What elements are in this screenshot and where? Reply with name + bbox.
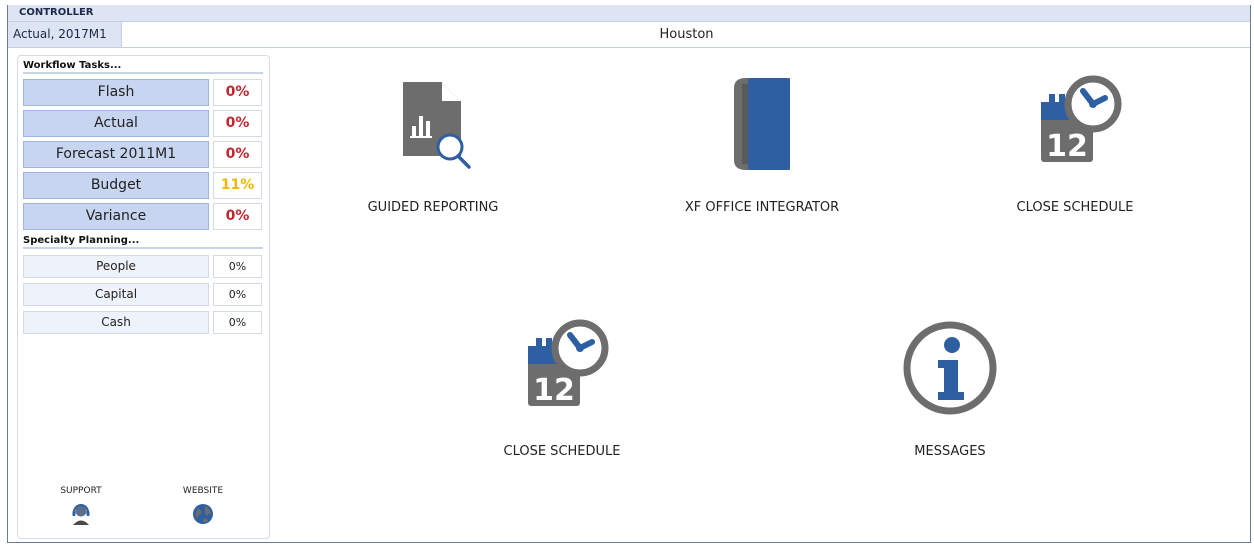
- messages-tile[interactable]: MESSAGES: [840, 318, 1060, 459]
- workflow-task-row[interactable]: Variance 0%: [23, 203, 262, 230]
- specialty-task-row[interactable]: Cash 0%: [23, 311, 262, 334]
- workflow-task-row[interactable]: Flash 0%: [23, 79, 262, 106]
- specialty-task-button[interactable]: Cash: [23, 311, 209, 334]
- website-label: WEBSITE: [182, 486, 224, 496]
- specialty-task-button[interactable]: People: [23, 255, 209, 278]
- specialty-task-percent: 0%: [213, 283, 262, 306]
- workflow-task-percent: 0%: [213, 203, 262, 230]
- info-icon: [903, 321, 997, 415]
- workflow-task-percent: 0%: [213, 141, 262, 168]
- tile-label: CLOSE SCHEDULE: [1016, 200, 1134, 215]
- specialty-task-row[interactable]: Capital 0%: [23, 283, 262, 306]
- support-label: SUPPORT: [60, 486, 102, 496]
- sidebar-panel: Workflow Tasks... Flash 0% Actual 0% For…: [17, 55, 270, 539]
- workflow-task-percent: 11%: [213, 172, 262, 199]
- workflow-task-row[interactable]: Forecast 2011M1 0%: [23, 141, 262, 168]
- workflow-task-percent: 0%: [213, 110, 262, 137]
- workflow-task-row[interactable]: Actual 0%: [23, 110, 262, 137]
- tile-label: GUIDED REPORTING: [367, 200, 499, 215]
- tile-label: CLOSE SCHEDULE: [503, 444, 621, 459]
- workflow-task-button[interactable]: Actual: [23, 110, 209, 137]
- book-icon: [734, 78, 790, 170]
- svg-text:12: 12: [533, 373, 575, 408]
- calendar-clock-icon: 12: [528, 319, 609, 408]
- globe-icon: [193, 504, 213, 524]
- report-search-icon: [403, 82, 471, 169]
- support-link[interactable]: SUPPORT: [46, 486, 116, 525]
- close-schedule-tile-2[interactable]: 12 CLOSE SCHEDULE: [452, 318, 672, 459]
- specialty-task-button[interactable]: Capital: [23, 283, 209, 306]
- calendar-clock-icon: 12: [1041, 75, 1122, 164]
- workflow-task-button[interactable]: Variance: [23, 203, 209, 230]
- workflow-task-row[interactable]: Budget 11%: [23, 172, 262, 199]
- specialty-task-percent: 0%: [213, 311, 262, 334]
- workflow-tasks-heading: Workflow Tasks...: [23, 60, 263, 74]
- specialty-planning-heading: Specialty Planning...: [23, 235, 263, 249]
- xf-office-integrator-tile[interactable]: XF OFFICE INTEGRATOR: [652, 74, 872, 215]
- svg-text:12: 12: [1046, 129, 1088, 164]
- headset-icon: [72, 504, 90, 525]
- workflow-task-percent: 0%: [213, 79, 262, 106]
- tile-label: MESSAGES: [914, 444, 986, 459]
- specialty-task-percent: 0%: [213, 255, 262, 278]
- workflow-task-button[interactable]: Budget: [23, 172, 209, 199]
- specialty-task-row[interactable]: People 0%: [23, 255, 262, 278]
- workflow-task-button[interactable]: Flash: [23, 79, 209, 106]
- tile-label: XF OFFICE INTEGRATOR: [684, 200, 840, 215]
- website-link[interactable]: WEBSITE: [168, 486, 238, 525]
- guided-reporting-tile[interactable]: GUIDED REPORTING: [323, 74, 543, 215]
- close-schedule-tile[interactable]: 12 CLOSE SCHEDULE: [965, 74, 1185, 215]
- workflow-task-button[interactable]: Forecast 2011M1: [23, 141, 209, 168]
